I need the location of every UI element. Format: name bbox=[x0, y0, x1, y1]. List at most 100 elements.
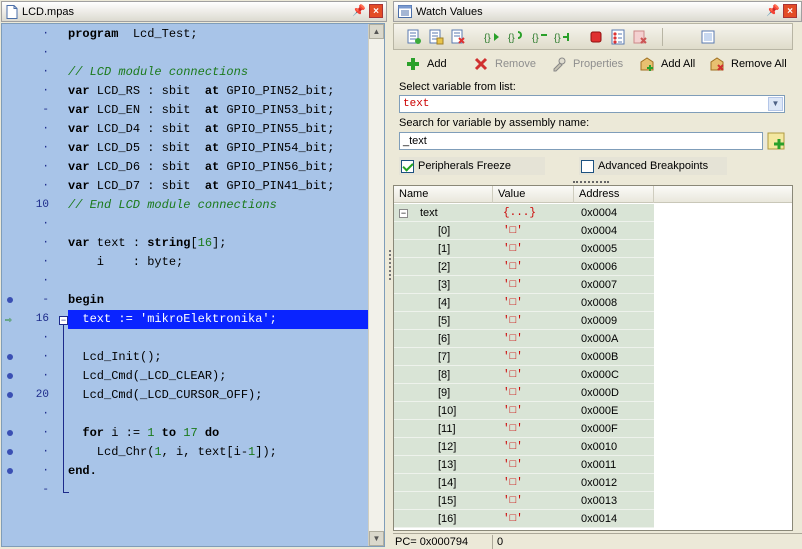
code-line[interactable]: begin bbox=[68, 291, 370, 310]
code-line[interactable]: var LCD_D4 : sbit at GPIO_PIN55_bit; bbox=[68, 120, 370, 139]
table-row[interactable]: − text {...} 0x0004 bbox=[394, 204, 654, 222]
breakpoint-dot-icon[interactable] bbox=[7, 354, 13, 360]
gutter-line[interactable]: · bbox=[2, 462, 68, 481]
gutter-line[interactable]: · bbox=[2, 234, 68, 253]
gutter-line[interactable]: - bbox=[2, 101, 68, 120]
table-row[interactable]: [13] '□' 0x0011 bbox=[394, 456, 654, 474]
code-line[interactable]: Lcd_Chr(1, i, text[i-1]); bbox=[68, 443, 370, 462]
cell-value[interactable]: '□' bbox=[493, 276, 574, 294]
code-line[interactable]: // LCD module connections bbox=[68, 63, 370, 82]
cell-value[interactable]: '□' bbox=[493, 492, 574, 510]
gutter-line[interactable]: · bbox=[2, 120, 68, 139]
add-variable-icon[interactable] bbox=[767, 131, 787, 151]
code-line[interactable]: Lcd_Cmd(_LCD_CLEAR); bbox=[68, 367, 370, 386]
table-row[interactable]: [9] '□' 0x000D bbox=[394, 384, 654, 402]
code-line[interactable]: Lcd_Init(); bbox=[68, 348, 370, 367]
fold-toggle-icon[interactable]: − bbox=[59, 316, 68, 325]
cell-value[interactable]: '□' bbox=[493, 366, 574, 384]
table-row[interactable]: [14] '□' 0x0012 bbox=[394, 474, 654, 492]
code-line[interactable]: var LCD_EN : sbit at GPIO_PIN53_bit; bbox=[68, 101, 370, 120]
peripherals-freeze-checkbox[interactable]: Peripherals Freeze bbox=[399, 157, 545, 175]
gutter-line[interactable]: · bbox=[2, 348, 68, 367]
table-row[interactable]: [2] '□' 0x0006 bbox=[394, 258, 654, 276]
cell-value[interactable]: '□' bbox=[493, 258, 574, 276]
table-row[interactable]: [1] '□' 0x0005 bbox=[394, 240, 654, 258]
editor-scrollbar[interactable]: ▲ ▼ bbox=[368, 24, 384, 546]
table-row[interactable]: [11] '□' 0x000F bbox=[394, 420, 654, 438]
code-line[interactable] bbox=[68, 405, 370, 424]
toggle-view-icon[interactable] bbox=[700, 29, 716, 45]
step-over-icon[interactable]: {} bbox=[532, 29, 548, 45]
cell-value[interactable]: '□' bbox=[493, 438, 574, 456]
pin-icon[interactable]: 📌 bbox=[766, 4, 780, 18]
gutter-line[interactable]: · bbox=[2, 405, 68, 424]
column-header-address[interactable]: Address bbox=[574, 186, 654, 203]
gutter-line[interactable]: · bbox=[2, 215, 68, 234]
step-into-icon[interactable]: {} bbox=[508, 29, 524, 45]
watch-tab[interactable]: Watch Values 📌 × bbox=[393, 1, 802, 22]
breakpoint-dot-icon[interactable] bbox=[7, 297, 13, 303]
breakpoint-dot-icon[interactable] bbox=[7, 430, 13, 436]
code-line[interactable] bbox=[68, 215, 370, 234]
add-all-button[interactable]: Add All bbox=[639, 55, 695, 73]
run-icon[interactable]: {} bbox=[484, 29, 500, 45]
code-editor[interactable]: · · · · - · · · · 10 · · · · - 16 ⇨ · · · 20 · · · · - program Lc… bbox=[1, 23, 385, 547]
code-line[interactable]: var text : string[16]; bbox=[68, 234, 370, 253]
column-header-value[interactable]: Value bbox=[493, 186, 574, 203]
code-line[interactable]: i : byte; bbox=[68, 253, 370, 272]
code-line[interactable]: // End LCD module connections bbox=[68, 196, 370, 215]
collapse-icon[interactable]: − bbox=[399, 209, 408, 218]
gutter-line[interactable]: · bbox=[2, 424, 68, 443]
stop-debugger-icon[interactable] bbox=[588, 29, 604, 45]
table-row[interactable]: [4] '□' 0x0008 bbox=[394, 294, 654, 312]
cell-value[interactable]: '□' bbox=[493, 456, 574, 474]
editor-tab[interactable]: LCD.mpas 📌 × bbox=[1, 1, 387, 22]
gutter-line[interactable]: · bbox=[2, 25, 68, 44]
table-row[interactable]: [10] '□' 0x000E bbox=[394, 402, 654, 420]
close-icon[interactable]: × bbox=[369, 4, 383, 18]
chevron-down-icon[interactable]: ▼ bbox=[768, 97, 783, 111]
breakpoint-dot-icon[interactable] bbox=[7, 468, 13, 474]
code-area[interactable]: program Lcd_Test; // LCD module connectio… bbox=[68, 24, 370, 546]
code-line[interactable] bbox=[68, 329, 370, 348]
table-row[interactable]: [7] '□' 0x000B bbox=[394, 348, 654, 366]
gutter-line[interactable]: · bbox=[2, 367, 68, 386]
cell-value[interactable]: {...} bbox=[493, 204, 574, 222]
cell-value[interactable]: '□' bbox=[493, 402, 574, 420]
cell-value[interactable]: '□' bbox=[493, 222, 574, 240]
clear-breakpoints-icon[interactable] bbox=[632, 29, 648, 45]
gutter-line[interactable]: · bbox=[2, 177, 68, 196]
variable-select[interactable]: text ▼ bbox=[399, 95, 785, 113]
assembly-name-input[interactable]: _text bbox=[399, 132, 763, 150]
code-line[interactable] bbox=[68, 44, 370, 63]
cell-value[interactable]: '□' bbox=[493, 510, 574, 528]
code-line[interactable]: var LCD_D7 : sbit at GPIO_PIN41_bit; bbox=[68, 177, 370, 196]
code-line[interactable]: var LCD_D6 : sbit at GPIO_PIN56_bit; bbox=[68, 158, 370, 177]
close-icon[interactable]: × bbox=[783, 4, 797, 18]
step-out-icon[interactable]: {} bbox=[554, 29, 570, 45]
table-row[interactable]: [6] '□' 0x000A bbox=[394, 330, 654, 348]
gutter-line[interactable]: · bbox=[2, 158, 68, 177]
gutter-line[interactable]: · bbox=[2, 63, 68, 82]
table-row[interactable]: [12] '□' 0x0010 bbox=[394, 438, 654, 456]
gutter-line[interactable]: · bbox=[2, 44, 68, 63]
cell-value[interactable]: '□' bbox=[493, 384, 574, 402]
code-line[interactable]: Lcd_Cmd(_LCD_CURSOR_OFF); bbox=[68, 386, 370, 405]
add-button[interactable]: Add bbox=[405, 55, 447, 73]
code-line[interactable] bbox=[68, 481, 370, 500]
cell-value[interactable]: '□' bbox=[493, 474, 574, 492]
code-line[interactable]: program Lcd_Test; bbox=[68, 25, 370, 44]
gutter-line[interactable]: · bbox=[2, 443, 68, 462]
code-line[interactable]: var LCD_RS : sbit at GPIO_PIN52_bit; bbox=[68, 82, 370, 101]
clear-watch-icon[interactable] bbox=[450, 29, 466, 45]
pin-icon[interactable]: 📌 bbox=[352, 4, 366, 18]
table-row[interactable]: [16] '□' 0x0014 bbox=[394, 510, 654, 528]
advanced-breakpoints-checkbox[interactable]: Advanced Breakpoints bbox=[579, 157, 727, 175]
code-line[interactable]: for i := 1 to 17 do bbox=[68, 424, 370, 443]
cell-value[interactable]: '□' bbox=[493, 420, 574, 438]
properties-button[interactable]: Properties bbox=[551, 55, 623, 73]
cell-value[interactable]: '□' bbox=[493, 348, 574, 366]
code-line-active[interactable]: text := 'mikroElektronika'; bbox=[68, 310, 370, 329]
table-row[interactable]: [8] '□' 0x000C bbox=[394, 366, 654, 384]
table-row[interactable]: [0] '□' 0x0004 bbox=[394, 222, 654, 240]
